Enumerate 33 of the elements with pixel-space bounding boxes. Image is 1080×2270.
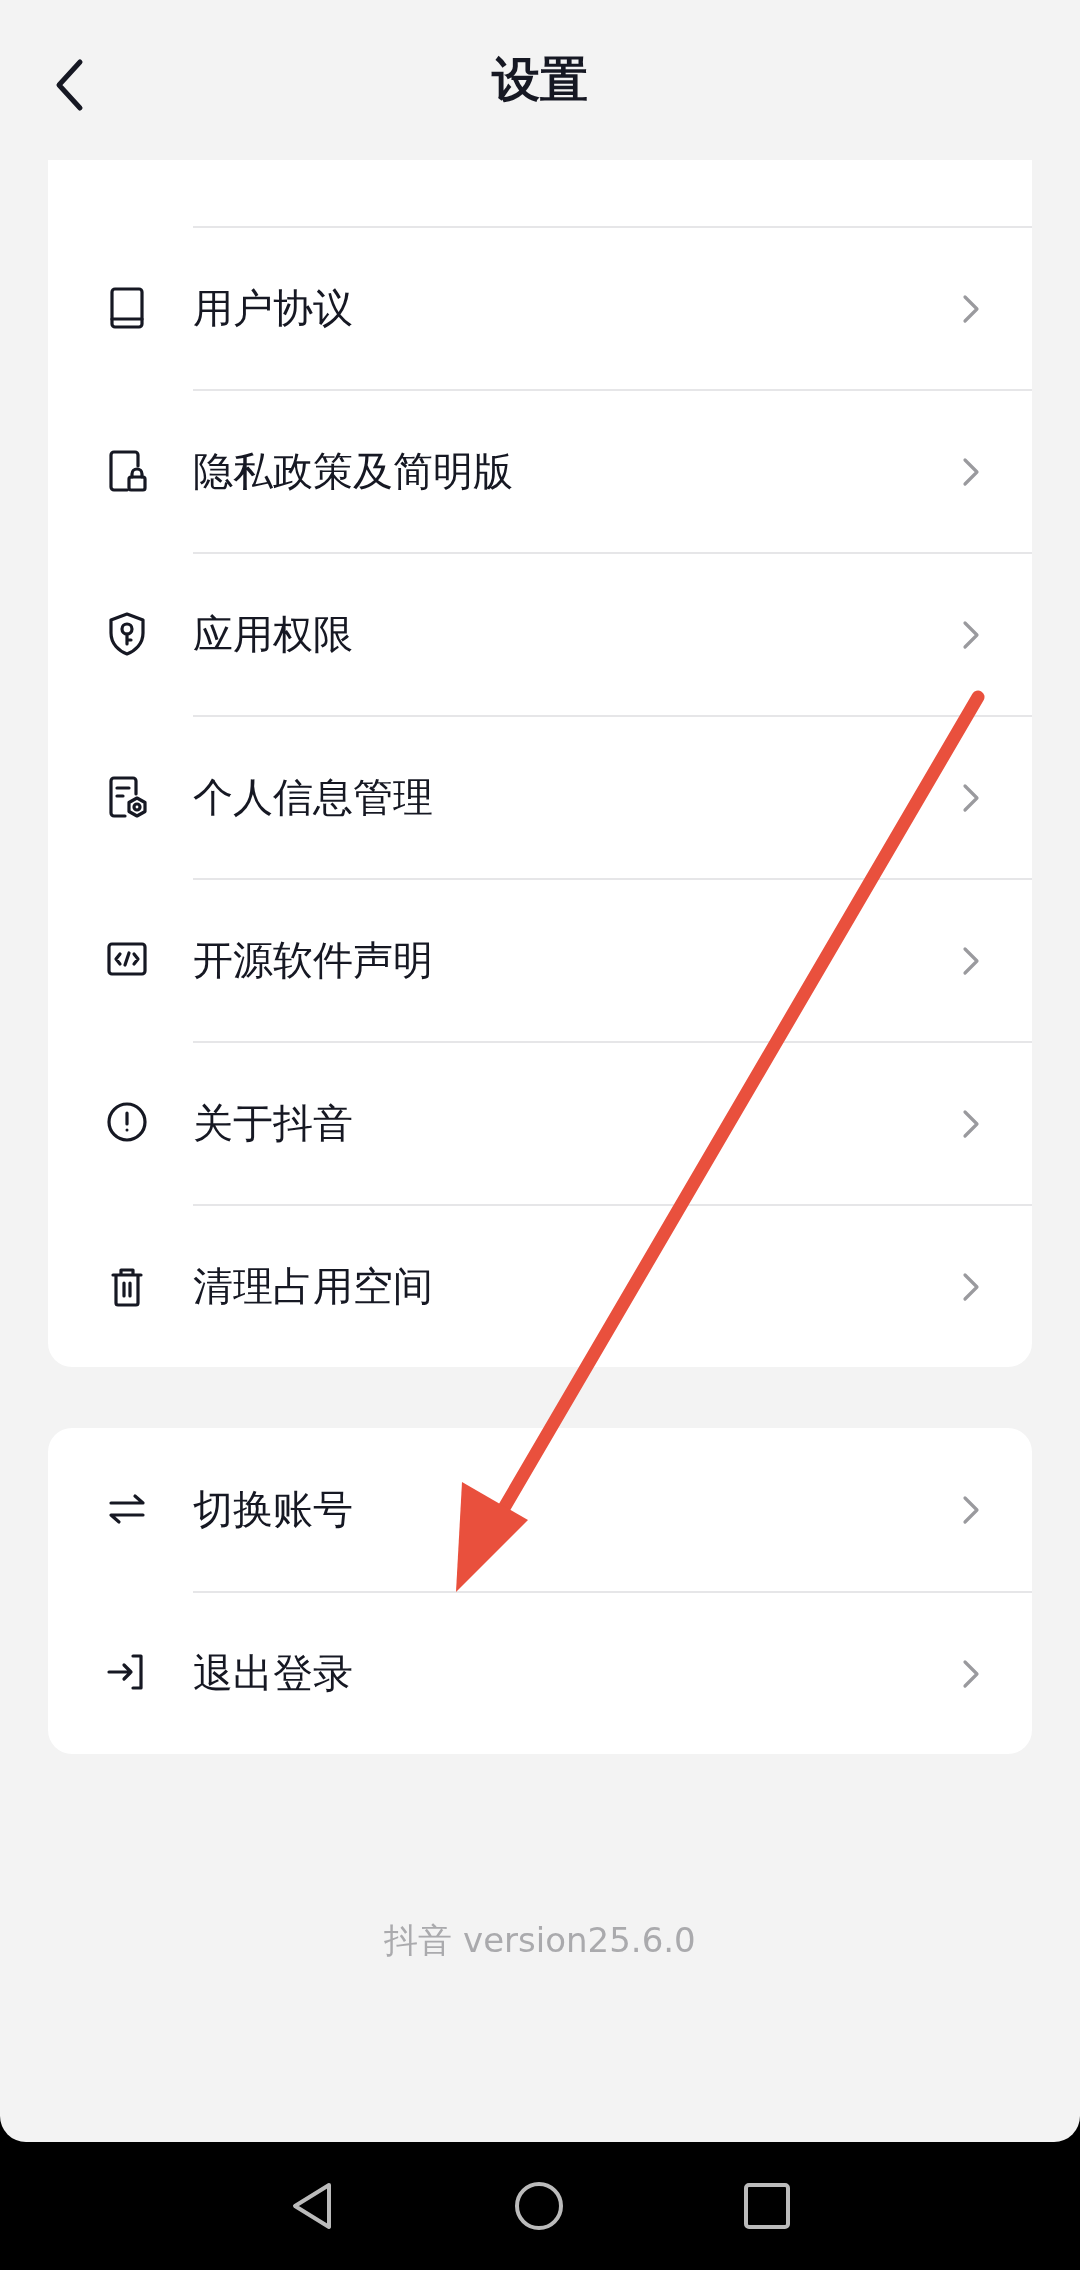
settings-item[interactable]: 切换账号 — [48, 1428, 1032, 1591]
item-label: 开源软件声明 — [193, 936, 433, 985]
recents-nav-icon[interactable] — [744, 2183, 790, 2229]
item-label: 应用权限 — [193, 610, 353, 659]
settings-item[interactable]: 隐私政策及简明版 — [48, 389, 1032, 552]
settings-item[interactable]: 开源软件声明 — [48, 878, 1032, 1041]
settings-item[interactable]: 用户协议 — [48, 226, 1032, 389]
back-icon[interactable] — [54, 58, 84, 112]
chevron-icon — [962, 1494, 980, 1525]
settings-item[interactable]: 清理占用空间 — [48, 1204, 1032, 1367]
chevron-icon — [962, 456, 980, 487]
item-label: 隐私政策及简明版 — [193, 447, 513, 496]
item-label: 个人信息管理 — [193, 773, 433, 822]
item-label: 关于抖音 — [193, 1099, 353, 1148]
settings-item[interactable]: 退出登录 — [48, 1591, 1032, 1754]
version-text: 抖音 version25.6.0 — [384, 1919, 696, 1962]
chevron-icon — [962, 1271, 980, 1302]
settings-item[interactable]: 应用权限 — [48, 552, 1032, 715]
chevron-icon — [962, 945, 980, 976]
item-label: 用户协议 — [193, 284, 353, 333]
back-nav-icon[interactable] — [290, 2181, 334, 2231]
chevron-icon — [962, 619, 980, 650]
chevron-icon — [962, 782, 980, 813]
item-label: 切换账号 — [193, 1485, 353, 1534]
page-title: 设置 — [492, 50, 588, 109]
home-nav-icon[interactable] — [514, 2181, 564, 2231]
item-label: 清理占用空间 — [193, 1262, 433, 1311]
chevron-icon — [962, 1108, 980, 1139]
settings-item[interactable]: 个人信息管理 — [48, 715, 1032, 878]
settings-item[interactable]: 关于抖音 — [48, 1041, 1032, 1204]
chevron-icon — [962, 1658, 980, 1689]
chevron-icon — [962, 293, 980, 324]
item-label: 退出登录 — [193, 1649, 353, 1698]
